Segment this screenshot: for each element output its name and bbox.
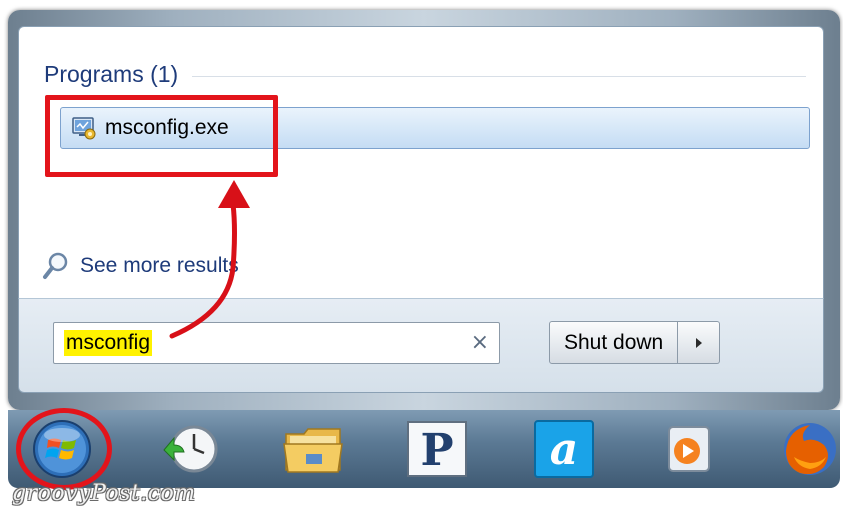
taskbar-a-app[interactable]: a [532, 418, 596, 480]
file-explorer-folder-icon [283, 428, 343, 473]
svg-text:a: a [550, 424, 579, 475]
magnifier-icon [43, 252, 68, 279]
search-query-text: msconfig [64, 330, 153, 356]
watermark: groovyPost.com [12, 481, 196, 506]
svg-text:P: P [420, 425, 453, 476]
programs-section-header: Programs (1) [44, 58, 806, 90]
highlight-box-annotation [45, 95, 278, 177]
shutdown-group: Shut down [549, 321, 721, 364]
taskbar-clock-app[interactable] [158, 418, 222, 480]
clock-restore-icon [163, 425, 218, 473]
shut-down-button[interactable]: Shut down [549, 321, 679, 364]
see-more-results-link[interactable]: See more results [42, 248, 239, 284]
see-more-label: See more results [80, 254, 239, 277]
shutdown-options-button[interactable] [678, 321, 721, 364]
section-title: Programs (1) [44, 60, 179, 87]
taskbar-explorer[interactable] [282, 418, 346, 480]
taskbar-firefox[interactable] [778, 418, 842, 480]
media-player-icon [668, 426, 710, 472]
taskbar-p-app[interactable]: P [405, 418, 469, 480]
p-app-icon: P [407, 421, 467, 477]
a-app-icon: a [534, 420, 594, 478]
section-divider [192, 75, 806, 77]
start-button-highlight-circle [16, 408, 112, 490]
chevron-right-icon [695, 337, 702, 348]
taskbar-media-player[interactable] [655, 418, 719, 480]
start-search-input[interactable]: msconfig × [53, 322, 500, 364]
clear-search-icon[interactable]: × [471, 332, 489, 354]
firefox-icon [784, 423, 836, 475]
